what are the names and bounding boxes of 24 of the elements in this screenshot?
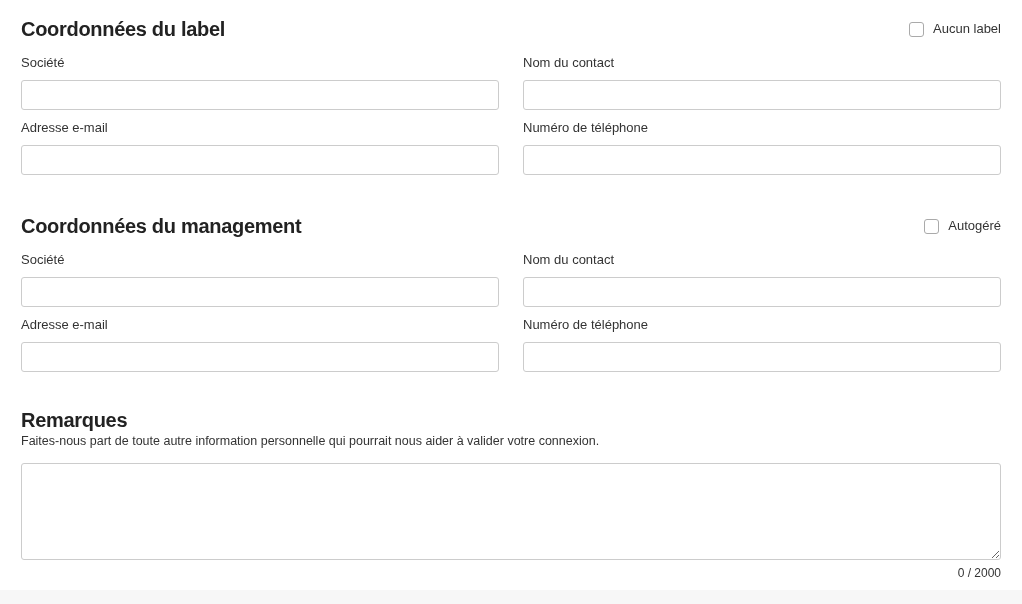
input-field[interactable] [21,80,499,110]
input-field[interactable] [523,80,1001,110]
description: Faites-nous part de toute autre information personnelle qui pourrait nous aider à valider votre connexion. [21,434,601,449]
input-field[interactable] [21,145,499,175]
field-label: Numéro de téléphone [523,120,650,135]
checkbox[interactable]: Aucun label [909,19,1001,39]
input-field[interactable] [523,342,1001,372]
input-field[interactable] [21,277,499,307]
section-heading: Coordonnées du management [21,214,302,239]
input-field[interactable] [523,145,1001,175]
field-label: Numéro de téléphone [523,317,650,332]
field-label: Société [21,55,66,70]
checkbox[interactable]: Autogéré [924,216,1001,236]
character-counter: 0 / 2000 [957,565,1001,582]
field-label: Nom du contact [523,55,616,70]
field-label: Adresse e-mail [21,317,109,332]
input-field[interactable] [523,277,1001,307]
field-label: Adresse e-mail [21,120,109,135]
field-label: Nom du contact [523,252,616,267]
text-area[interactable] [21,463,1001,560]
section-heading: Remarques [21,408,129,433]
section-heading: Coordonnées du label [21,17,226,42]
field-label: Société [21,252,66,267]
input-field[interactable] [21,342,499,372]
